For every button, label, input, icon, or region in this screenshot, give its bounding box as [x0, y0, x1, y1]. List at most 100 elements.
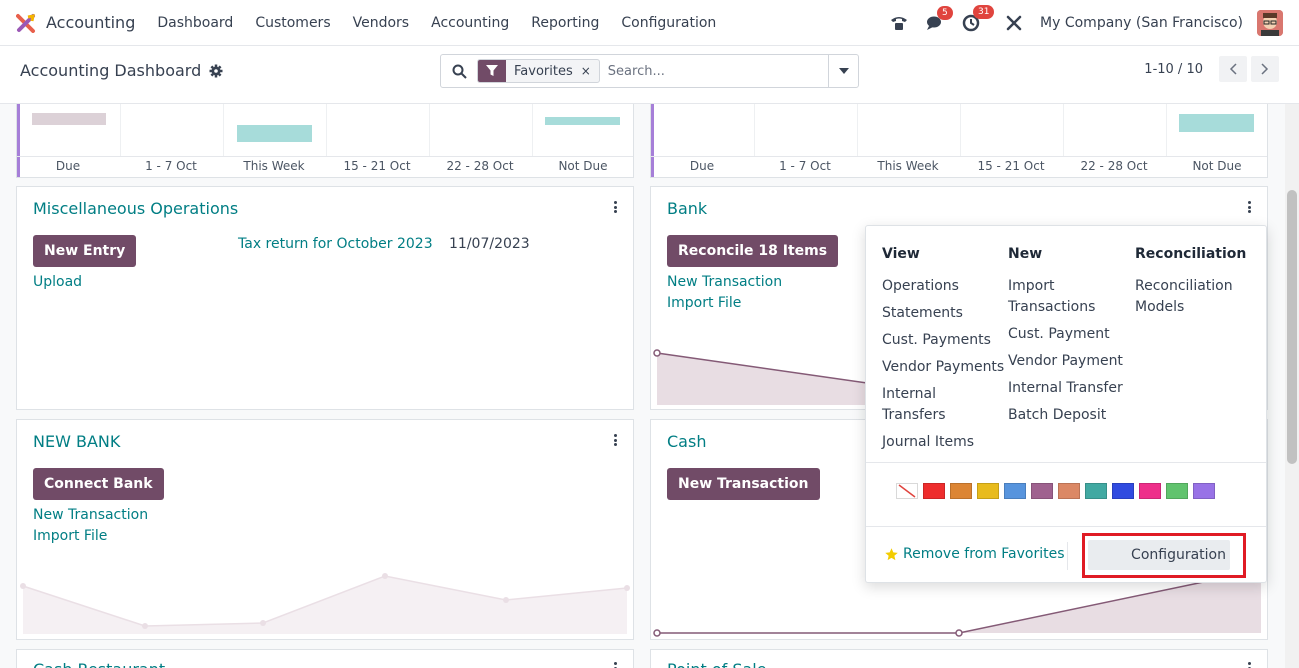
menu-view-operations[interactable]: Operations	[882, 276, 959, 297]
kebab-menu-icon[interactable]	[611, 660, 619, 668]
menu-new-internal-transfer[interactable]: Internal Transfer	[1008, 378, 1123, 399]
menu-reconciliation-models[interactable]: Reconciliation Models	[1135, 276, 1245, 318]
new-bank-balance-graph	[20, 573, 630, 634]
caret-down-icon	[838, 68, 849, 74]
chart-bar	[32, 113, 106, 125]
color-swatch[interactable]	[1166, 483, 1188, 499]
chart-x-label: Not Due	[558, 159, 608, 173]
facet-remove-button[interactable]: ×	[581, 64, 599, 78]
journal-card-cash-restaurant: Cash Restaurant	[16, 649, 634, 668]
chart-x-label: 1 - 7 Oct	[145, 159, 197, 173]
kebab-menu-icon[interactable]	[1245, 660, 1253, 668]
nav-vendors[interactable]: Vendors	[353, 15, 409, 31]
page-scrollbar[interactable]	[1285, 104, 1299, 668]
menu-view-internal-transfers[interactable]: Internal Transfers	[882, 384, 972, 426]
menu-view-statements[interactable]: Statements	[882, 303, 963, 324]
color-swatch[interactable]	[1112, 483, 1134, 499]
color-swatch[interactable]	[1085, 483, 1107, 499]
menu-view-journal-items[interactable]: Journal Items	[882, 432, 974, 453]
pager-value[interactable]: 1-10 / 10	[1144, 62, 1203, 77]
remove-from-favorites-label: Remove from Favorites	[903, 546, 1065, 562]
remove-from-favorites-button[interactable]: Remove from Favorites	[884, 546, 1065, 562]
color-swatch[interactable]	[1031, 483, 1053, 499]
chart-x-label: This Week	[243, 159, 305, 173]
accounting-app-icon	[16, 13, 35, 33]
journal-card-point-of-sale: Point of Sale	[650, 649, 1268, 668]
journal-card-misc: Miscellaneous Operations New Entry Uploa…	[16, 186, 634, 410]
chart-x-label: 22 - 28 Oct	[1080, 159, 1148, 173]
activities-badge: 31	[973, 5, 995, 19]
filter-icon	[478, 60, 506, 82]
color-swatch[interactable]	[1139, 483, 1161, 499]
nav-customers[interactable]: Customers	[255, 15, 330, 31]
chart-x-label: 22 - 28 Oct	[446, 159, 514, 173]
aged-chart-left: Due 1 - 7 Oct This Week 15 - 21 Oct 22 -…	[16, 104, 634, 178]
chart-x-label: 1 - 7 Oct	[779, 159, 831, 173]
dropdown-header-reconciliation: Reconciliation	[1135, 246, 1247, 262]
chart-bar	[237, 125, 312, 142]
search-icon[interactable]	[452, 64, 467, 79]
menu-new-cust-payment[interactable]: Cust. Payment	[1008, 324, 1110, 345]
messages-badge: 5	[937, 6, 953, 20]
app-name: Accounting	[46, 13, 136, 32]
search-bar: Favorites ×	[440, 54, 859, 88]
pager: 1-10 / 10	[1144, 56, 1279, 82]
search-input[interactable]	[607, 63, 828, 79]
nav-dashboard[interactable]: Dashboard	[157, 15, 233, 31]
pager-next-button[interactable]	[1251, 56, 1279, 82]
search-options-toggle[interactable]	[828, 55, 858, 87]
chevron-right-icon	[1261, 63, 1269, 75]
phone-icon[interactable]	[890, 15, 908, 31]
activities-icon[interactable]: 31	[962, 5, 995, 32]
search-facet-favorites: Favorites ×	[477, 59, 600, 83]
menu-new-batch-deposit[interactable]: Batch Deposit	[1008, 405, 1106, 426]
messages-icon[interactable]: 5	[926, 6, 953, 31]
color-swatch[interactable]	[923, 483, 945, 499]
menu-new-import-transactions[interactable]: Import Transactions	[1008, 276, 1118, 318]
chart-x-label: 15 - 21 Oct	[977, 159, 1045, 173]
top-navbar: Accounting Dashboard Customers Vendors A…	[0, 0, 1299, 46]
color-swatch-none[interactable]	[896, 483, 918, 499]
tax-return-date: 11/07/2023	[449, 236, 530, 252]
pager-previous-button[interactable]	[1219, 56, 1247, 82]
footer-divider	[1067, 542, 1068, 570]
menu-view-cust-payments[interactable]: Cust. Payments	[882, 330, 991, 351]
nav-reporting[interactable]: Reporting	[531, 15, 599, 31]
color-swatch[interactable]	[950, 483, 972, 499]
debug-tools-icon[interactable]	[1006, 15, 1022, 31]
color-swatch[interactable]	[1193, 483, 1215, 499]
chart-x-label: Not Due	[1192, 159, 1242, 173]
color-swatch[interactable]	[977, 483, 999, 499]
page-title-text: Accounting Dashboard	[20, 61, 202, 80]
nav-accounting[interactable]: Accounting	[431, 15, 509, 31]
new-entry-button[interactable]: New Entry	[33, 235, 137, 267]
journal-card-new-bank: NEW BANK Connect Bank New Transaction Im…	[16, 419, 634, 640]
dropdown-header-new: New	[1008, 246, 1043, 262]
dropdown-header-view: View	[882, 246, 920, 262]
control-panel: Accounting Dashboard Favorites × 1-10 / …	[0, 46, 1299, 104]
color-swatch[interactable]	[1004, 483, 1026, 499]
facet-label: Favorites	[514, 63, 573, 79]
aged-chart-right: Due 1 - 7 Oct This Week 15 - 21 Oct 22 -…	[650, 104, 1268, 178]
highlight-box	[1082, 533, 1246, 578]
app-brand[interactable]: Accounting	[16, 13, 157, 33]
kebab-menu-icon[interactable]	[611, 199, 619, 215]
upload-link[interactable]: Upload	[33, 274, 82, 290]
nav-configuration[interactable]: Configuration	[621, 15, 716, 31]
company-switcher[interactable]: My Company (San Francisco)	[1040, 15, 1243, 31]
user-avatar[interactable]	[1257, 10, 1283, 36]
menu-view-vendor-payments[interactable]: Vendor Payments	[882, 357, 1004, 378]
gear-icon[interactable]	[209, 64, 223, 78]
chevron-left-icon	[1229, 63, 1237, 75]
card-title[interactable]: Point of Sale	[667, 660, 767, 668]
tax-return-link[interactable]: Tax return for October 2023	[238, 236, 433, 252]
chart-x-label: Due	[55, 159, 81, 173]
card-title[interactable]: Cash Restaurant	[33, 660, 165, 668]
chart-bar	[545, 117, 620, 125]
chart-x-label: This Week	[877, 159, 939, 173]
bank-card-dropdown-menu: View New Reconciliation Operations State…	[865, 225, 1267, 583]
menu-new-vendor-payment[interactable]: Vendor Payment	[1008, 351, 1123, 372]
color-swatch[interactable]	[1058, 483, 1080, 499]
card-title[interactable]: Miscellaneous Operations	[33, 199, 238, 218]
scrollbar-thumb[interactable]	[1287, 190, 1297, 464]
